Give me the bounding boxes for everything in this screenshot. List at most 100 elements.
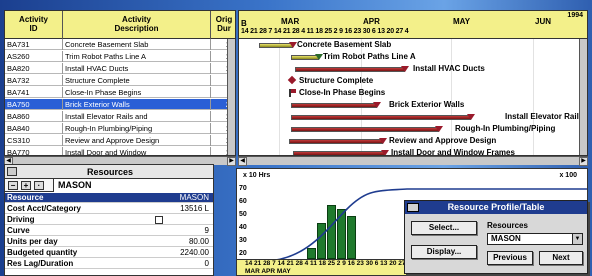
system-menu-icon[interactable] xyxy=(7,167,17,176)
activity-description-cell[interactable]: Install Elevator Rails and xyxy=(63,111,211,122)
activity-description-cell[interactable]: Rough-In Plumbing/Piping xyxy=(63,123,211,134)
finish-marker-icon xyxy=(435,126,443,132)
gantt-bar-label: Install Door and Window Frames xyxy=(391,148,515,156)
timescale-month: APR xyxy=(363,17,380,26)
resource-profile-dialog: Resource Profile/Table Select... Display… xyxy=(404,200,588,274)
scroll-left-arrow-icon[interactable]: ◀ xyxy=(238,157,247,166)
finish-marker-icon xyxy=(315,54,323,60)
table-vertical-scrollbar[interactable] xyxy=(227,39,235,155)
resource-field-row[interactable]: Budgeted quantity 2240.00 xyxy=(5,248,213,258)
resource-field-label: Units per day xyxy=(7,237,58,246)
activity-id-cell[interactable]: BA840 xyxy=(5,123,63,134)
activity-bar[interactable] xyxy=(291,127,439,132)
activity-id-cell[interactable]: BA820 xyxy=(5,63,63,74)
col-header-activity-id[interactable]: Activity ID xyxy=(5,11,63,39)
resource-field-row[interactable]: Resource MASON xyxy=(5,193,213,203)
resource-field-row[interactable]: Curve 9 xyxy=(5,226,213,236)
table-row[interactable]: BA750Brick Exterior Walls20 xyxy=(5,99,235,110)
resources-label: Resources xyxy=(487,221,528,230)
finish-marker-icon xyxy=(373,102,381,108)
activity-id-cell[interactable]: CS310 xyxy=(5,135,63,146)
resources-panel: Resources − + · MASON Resource MASON Cost … xyxy=(4,164,214,276)
display-button[interactable]: Display... xyxy=(411,245,477,259)
gantt-gridline xyxy=(279,39,280,155)
resource-field-row[interactable]: Res Lag/Duration 0 xyxy=(5,259,213,269)
gantt-chart: B 1994 MAR APR MAY JUN 14 21 28 7 14 21 … xyxy=(238,10,588,156)
activity-description-cell[interactable]: Install Door and Window xyxy=(63,147,211,155)
col-header-orig-dur[interactable]: Orig Dur xyxy=(211,11,235,39)
activity-bar[interactable] xyxy=(291,103,377,108)
activity-id-cell[interactable]: BA750 xyxy=(5,99,63,110)
resources-nav: − + · MASON xyxy=(5,179,213,192)
timescale-month: MAY xyxy=(453,17,471,26)
resource-field-value[interactable]: 0 xyxy=(125,259,211,269)
activity-bar[interactable] xyxy=(289,139,383,144)
scroll-right-arrow-icon[interactable]: ▶ xyxy=(579,157,588,166)
more-button[interactable]: · xyxy=(34,181,44,190)
activity-description-cell[interactable]: Brick Exterior Walls xyxy=(63,99,211,110)
col-header-description[interactable]: Activity Description xyxy=(63,11,211,39)
dialog-system-menu-icon[interactable] xyxy=(407,203,419,212)
table-row[interactable]: BA860Install Elevator Rails and15 xyxy=(5,111,235,122)
scroll-right-arrow-icon[interactable]: ▶ xyxy=(227,157,236,166)
table-row[interactable]: AS260Trim Robot Paths Line A15 xyxy=(5,51,235,62)
finish-marker-icon xyxy=(379,138,387,144)
resource-field-value[interactable]: MASON xyxy=(125,193,211,203)
gantt-horizontal-scrollbar[interactable]: ◀ ▶ xyxy=(238,156,588,166)
resource-name-input[interactable]: MASON xyxy=(53,179,213,192)
activity-description-cell[interactable]: Structure Complete xyxy=(63,75,211,86)
gantt-bar-label: Brick Exterior Walls xyxy=(389,100,465,109)
chevron-down-icon[interactable]: ▼ xyxy=(572,234,582,244)
gantt-vertical-scrollbar[interactable] xyxy=(579,39,587,155)
finish-marker-icon xyxy=(467,114,475,120)
driving-checkbox[interactable] xyxy=(155,216,163,224)
activity-id-cell[interactable]: BA731 xyxy=(5,39,63,50)
table-row[interactable]: BA770Install Door and Window10 xyxy=(5,147,235,155)
activity-id-cell[interactable]: BA732 xyxy=(5,75,63,86)
resource-field-value[interactable]: 13516 L xyxy=(125,204,211,214)
activity-id-cell[interactable]: AS260 xyxy=(5,51,63,62)
resource-field-row[interactable]: Driving xyxy=(5,215,213,225)
table-row[interactable]: BA731Concrete Basement Slab10 xyxy=(5,39,235,50)
gantt-bar-label: Concrete Basement Slab xyxy=(297,40,392,49)
previous-button[interactable]: Previous xyxy=(487,251,533,265)
activity-bar[interactable] xyxy=(259,43,293,48)
activity-bar[interactable] xyxy=(295,67,405,72)
milestone-diamond-icon[interactable] xyxy=(287,75,297,85)
activity-id-cell[interactable]: BA741 xyxy=(5,87,63,98)
activity-table: Activity ID Activity Description Orig Du… xyxy=(4,10,236,156)
activity-description-cell[interactable]: Close-In Phase Begins xyxy=(63,87,211,98)
activity-description-cell[interactable]: Concrete Basement Slab xyxy=(63,39,211,50)
minus-button[interactable]: − xyxy=(8,181,18,190)
resource-select[interactable]: MASON ▼ xyxy=(487,233,583,245)
next-button[interactable]: Next xyxy=(539,251,583,265)
activity-description-cell[interactable]: Install HVAC Ducts xyxy=(63,63,211,74)
activity-id-cell[interactable]: BA770 xyxy=(5,147,63,155)
activity-description-cell[interactable]: Review and Approve Design xyxy=(63,135,211,146)
table-row[interactable]: CS310Review and Approve Design15 xyxy=(5,135,235,146)
gantt-bar-label: Rough-In Plumbing/Piping xyxy=(455,124,556,133)
dialog-title: Resource Profile/Table xyxy=(405,201,587,214)
finish-marker-icon xyxy=(289,42,297,48)
timescale-days: 14 21 28 7 14 21 28 4 11 18 25 2 9 16 23… xyxy=(241,28,409,35)
timescale-year: 1994 xyxy=(567,12,583,19)
resource-field-row[interactable]: Cost Acct/Category 13516 L xyxy=(5,204,213,214)
activity-description-cell[interactable]: Trim Robot Paths Line A xyxy=(63,51,211,62)
table-row[interactable]: BA732Structure Complete0 xyxy=(5,75,235,86)
resource-field-label: Res Lag/Duration xyxy=(7,259,74,268)
plus-button[interactable]: + xyxy=(21,181,31,190)
table-row[interactable]: BA741Close-In Phase Begins0 xyxy=(5,87,235,98)
resource-field-label: Cost Acct/Category xyxy=(7,204,81,213)
select-button[interactable]: Select... xyxy=(411,221,477,235)
resource-field-value[interactable]: 9 xyxy=(125,226,211,236)
activity-id-cell[interactable]: BA860 xyxy=(5,111,63,122)
resource-field-value[interactable]: 80.00 xyxy=(125,237,211,247)
timescale-prefix: B xyxy=(241,19,247,28)
activity-bar[interactable] xyxy=(291,115,471,120)
timescale-month: MAR xyxy=(281,17,300,26)
table-row[interactable]: BA820Install HVAC Ducts15 xyxy=(5,63,235,74)
milestone-flag-icon[interactable] xyxy=(289,89,296,97)
table-row[interactable]: BA840Rough-In Plumbing/Piping15 xyxy=(5,123,235,134)
resource-field-row[interactable]: Units per day 80.00 xyxy=(5,237,213,247)
resource-field-value[interactable]: 2240.00 xyxy=(125,248,211,258)
